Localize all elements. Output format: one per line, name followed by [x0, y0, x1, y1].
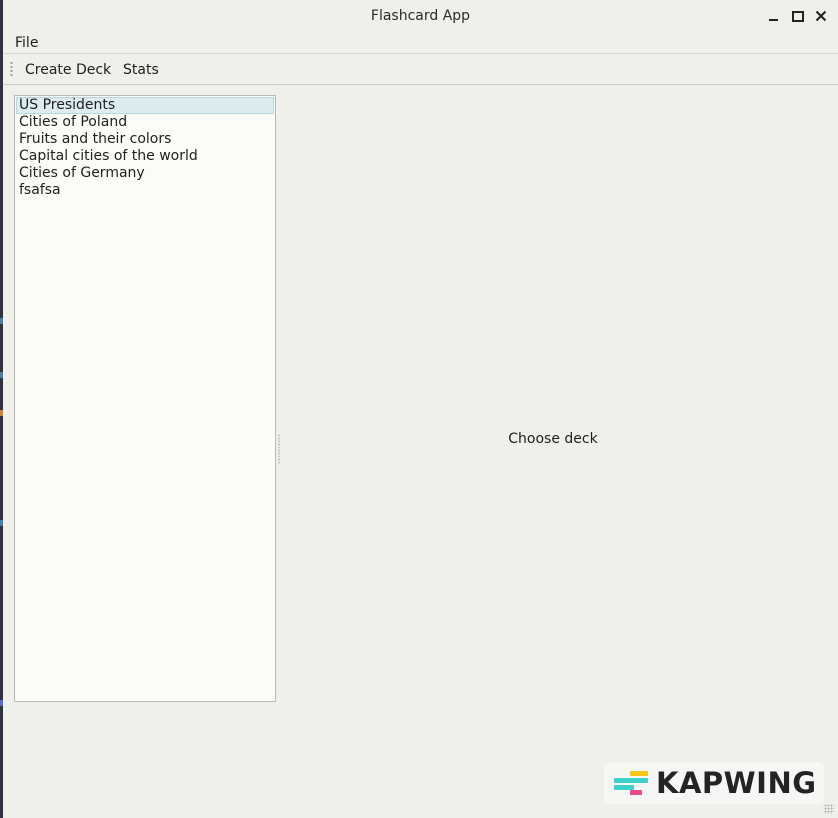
kapwing-logo-icon — [614, 770, 650, 796]
deck-list[interactable]: US Presidents Cities of Poland Fruits an… — [14, 95, 276, 702]
choose-deck-placeholder: Choose deck — [508, 431, 598, 447]
menu-bar: File — [3, 33, 838, 53]
create-deck-button[interactable]: Create Deck — [25, 62, 111, 78]
window-resize-grip[interactable] — [824, 804, 834, 814]
deck-list-item-selected[interactable]: US Presidents — [16, 97, 274, 114]
close-button[interactable] — [813, 8, 829, 24]
maximize-button[interactable] — [790, 8, 806, 24]
watermark-text: KAPWING — [656, 766, 817, 800]
window-title: Flashcard App — [370, 8, 471, 24]
logo-bar — [614, 778, 648, 783]
flashcard-app-window: Flashcard App File Create Deck Stats US … — [3, 0, 838, 818]
deck-list-item[interactable]: Cities of Poland — [16, 114, 274, 131]
deck-list-item[interactable]: fsafsa — [16, 182, 274, 199]
minimize-button[interactable] — [765, 8, 781, 24]
menu-file[interactable]: File — [15, 35, 38, 51]
kapwing-watermark: KAPWING — [604, 762, 824, 804]
logo-bar — [630, 771, 648, 776]
toolbar: Create Deck Stats — [3, 53, 838, 85]
close-icon — [815, 10, 827, 22]
minimize-icon — [768, 19, 778, 21]
stats-button[interactable]: Stats — [123, 62, 159, 78]
deck-list-item[interactable]: Capital cities of the world — [16, 148, 274, 165]
deck-list-item[interactable]: Cities of Germany — [16, 165, 274, 182]
title-bar[interactable]: Flashcard App — [3, 0, 838, 33]
splitter-handle[interactable] — [278, 434, 280, 464]
maximize-icon — [792, 10, 804, 22]
logo-bar — [630, 790, 642, 795]
deck-list-item[interactable]: Fruits and their colors — [16, 131, 274, 148]
toolbar-grip-handle[interactable] — [10, 61, 13, 78]
